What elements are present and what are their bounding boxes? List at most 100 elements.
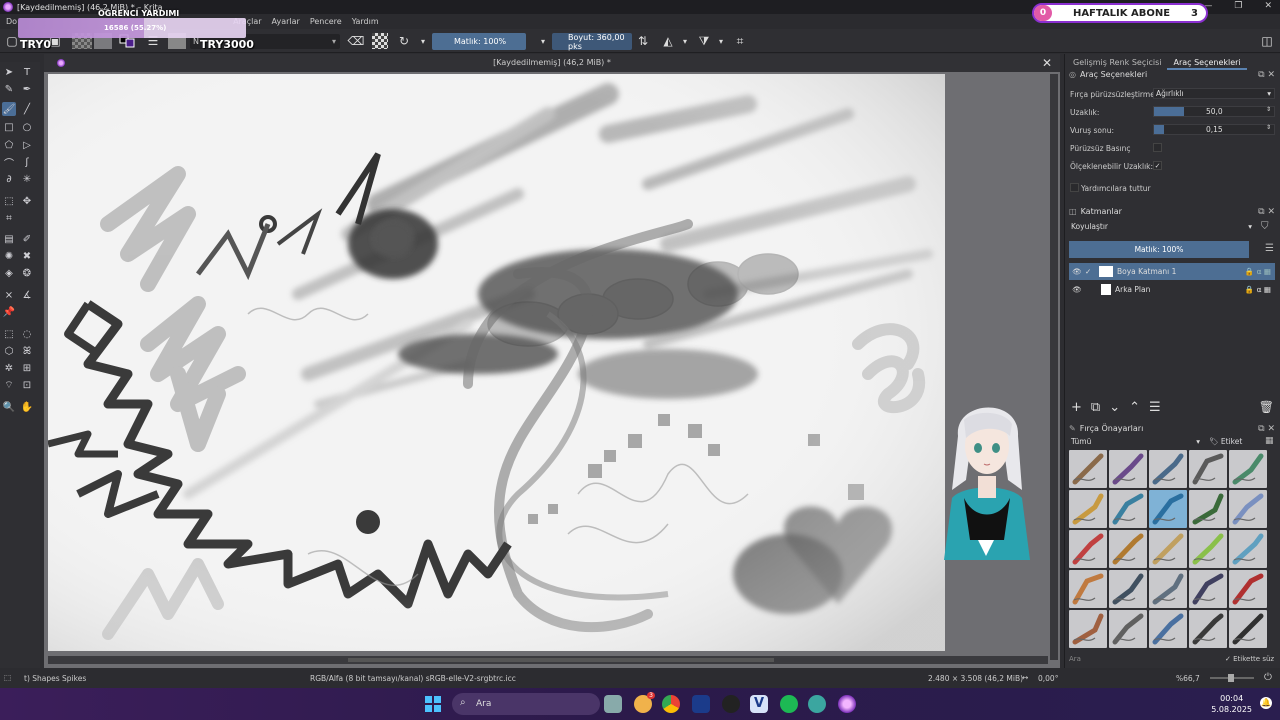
document-tab[interactable]: [Kaydedilmemiş] (46,2 MiB) * ✕ (44, 54, 1060, 72)
vertical-scrollbar[interactable] (1050, 74, 1058, 660)
brush-preset-thumbnail[interactable] (1189, 610, 1227, 648)
similar-select-icon[interactable]: ⊞ (20, 361, 34, 375)
transform-tool-icon[interactable]: ⬚ (2, 194, 16, 208)
smart-patch-icon[interactable]: ✺ (2, 249, 16, 263)
distance-slider[interactable]: 50,0 ⇕ (1153, 106, 1275, 117)
windows-start-icon[interactable] (424, 695, 442, 713)
close-icon[interactable]: ✕ (1264, 1, 1272, 11)
zoom-tool-icon[interactable]: 🔍 (2, 400, 16, 414)
tag-button[interactable]: 🏷 Etiket (1209, 437, 1242, 446)
horizontal-scrollbar[interactable] (48, 656, 1048, 664)
assistant-ruler-icon[interactable]: ⨯ (2, 288, 16, 302)
chrome-icon[interactable] (662, 695, 680, 713)
notification-icon[interactable]: 🔔 (1260, 697, 1272, 709)
smooth-pressure-checkbox[interactable] (1153, 143, 1162, 152)
rect-select-icon[interactable]: ⬚ (2, 327, 16, 341)
opacity-slider[interactable]: Matlık: 100% (432, 33, 526, 50)
duplicate-layer-icon[interactable]: ⧉ (1091, 400, 1100, 415)
brush-preset-thumbnail[interactable] (1109, 610, 1147, 648)
delete-layer-icon[interactable]: 🗑 (1259, 400, 1274, 414)
mirror-vertical-icon[interactable]: ⧩ (696, 33, 712, 49)
pan-tool-icon[interactable]: ✋ (20, 400, 34, 414)
brush-preset-thumbnail[interactable] (1189, 570, 1227, 608)
brush-preset-thumbnail[interactable] (1229, 450, 1267, 488)
brush-preset-thumbnail[interactable] (1069, 610, 1107, 648)
layers-float-close-icon[interactable]: ⧉ ✕ (1258, 207, 1275, 217)
layer-row[interactable]: 👁 ✓ Boya Katmanı 1 🔒 ⍺ ▦ (1069, 263, 1275, 280)
blend-mode-dropdown[interactable]: Koyulaştır ▾ (1069, 222, 1255, 233)
brush-preset-thumbnail[interactable] (1149, 450, 1187, 488)
menu-item-file[interactable]: Do (6, 17, 17, 26)
brush-preset-thumbnail[interactable] (1189, 450, 1227, 488)
workspace-icon[interactable]: ◫ (1260, 33, 1274, 49)
rotation-icon[interactable]: ↔ (1022, 673, 1028, 682)
brush-preset-thumbnail[interactable] (1229, 530, 1267, 568)
brush-preset-thumbnail[interactable] (1149, 490, 1187, 528)
measure-tool-icon[interactable]: ∡ (20, 288, 34, 302)
alpha-lock-icon[interactable] (372, 33, 388, 49)
brush-preset-thumbnail[interactable] (1109, 530, 1147, 568)
krita-taskbar-icon[interactable] (838, 695, 856, 713)
brush-preset-thumbnail[interactable] (1109, 490, 1147, 528)
vtube-studio-icon[interactable]: V (750, 695, 768, 713)
brush-preset-thumbnail[interactable] (1189, 490, 1227, 528)
brush-preset-thumbnail[interactable] (1109, 570, 1147, 608)
obs-icon[interactable] (722, 695, 740, 713)
freehand-select-icon[interactable]: ꕤ (20, 344, 34, 358)
presets-float-close-icon[interactable]: ⧉ ✕ (1258, 424, 1275, 434)
mirror-v-dropdown-icon[interactable]: ▾ (716, 33, 726, 49)
rectangle-tool-icon[interactable]: □ (2, 120, 16, 134)
add-layer-icon[interactable]: + (1071, 400, 1082, 415)
brush-preset-thumbnail[interactable] (1149, 530, 1187, 568)
power-icon[interactable]: ⏻ (1264, 672, 1272, 683)
select-shapes-icon[interactable]: ➤ (2, 65, 16, 79)
menu-item-help[interactable]: Yardım (352, 17, 379, 26)
preset-view-icon[interactable]: ▦ (1265, 436, 1274, 446)
menu-item-window[interactable]: Pencere (310, 17, 342, 26)
snap-assistants-checkbox[interactable] (1070, 183, 1079, 192)
mirror-horizontal-icon[interactable]: ◭ (660, 33, 676, 49)
scalable-distance-checkbox[interactable]: ✓ (1153, 161, 1162, 170)
line-tool-icon[interactable]: ╱ (20, 102, 34, 116)
taskbar-search[interactable]: ⌕ Ara (452, 693, 600, 715)
preset-filter-dropdown[interactable]: Tümü ▾ (1069, 437, 1203, 448)
filter-by-tag-label[interactable]: ✓ Etikette süz (1225, 655, 1274, 663)
blend-dropdown-icon[interactable]: ▾ (418, 33, 428, 49)
contiguous-select-icon[interactable]: ✲ (2, 361, 16, 375)
brush-preset-thumbnail[interactable] (1149, 610, 1187, 648)
assistant-tool-icon[interactable]: ✖ (20, 249, 34, 263)
polyline-tool-icon[interactable]: ▷ (20, 138, 34, 152)
panel-float-close-icon[interactable]: ⧉ ✕ (1258, 70, 1275, 80)
brush-preset-thumbnail[interactable] (1229, 490, 1267, 528)
selection-icon[interactable]: ⬚ (4, 673, 11, 682)
calligraphy-icon[interactable]: ✒ (20, 82, 34, 96)
system-clock[interactable]: 00:04 5.08.2025 (1211, 693, 1252, 715)
new-document-icon[interactable]: ▢ (6, 33, 18, 49)
freehand-path-icon[interactable]: ʃ (20, 155, 34, 169)
smoothing-dropdown[interactable]: Ağırlıklı ▾ (1153, 88, 1275, 99)
menu-item-settings[interactable]: Ayarlar (272, 17, 300, 26)
brush-preset-thumbnail[interactable] (1069, 570, 1107, 608)
brush-preset-thumbnail[interactable] (1069, 490, 1107, 528)
brush-preset-thumbnail[interactable] (1069, 530, 1107, 568)
layer-check-icon[interactable]: ✓ (1085, 267, 1095, 276)
zoom-slider[interactable] (1210, 674, 1254, 682)
bezier-tool-icon[interactable]: ⌒ (2, 155, 16, 170)
size-slider[interactable]: Boyut: 360,00 pks (552, 33, 632, 51)
crop-tool-icon[interactable]: ⌗ (2, 211, 16, 225)
ellipse-tool-icon[interactable]: ○ (20, 120, 34, 134)
visibility-eye-icon[interactable]: 👁 (1069, 267, 1085, 276)
layer-properties-icon[interactable]: ☰ (1149, 400, 1161, 415)
layer-menu-icon[interactable]: ☰ (1265, 243, 1274, 254)
freehand-brush-icon[interactable]: 🖌 (2, 102, 16, 116)
steam-icon[interactable] (692, 695, 710, 713)
size-stepper-icon[interactable]: ⇅ (636, 33, 650, 49)
layer-opacity-slider[interactable]: Matlık: 100% (1069, 241, 1249, 258)
mirror-h-dropdown-icon[interactable]: ▾ (680, 33, 690, 49)
brush-preset-thumbnail[interactable] (1189, 530, 1227, 568)
reference-tool-icon[interactable]: 📌 (2, 305, 16, 319)
task-view-icon[interactable] (604, 695, 622, 713)
polygon-select-icon[interactable]: ⬡ (2, 344, 16, 358)
brush-preset-thumbnail[interactable] (1069, 450, 1107, 488)
color-picker-icon[interactable]: ✐ (20, 232, 34, 246)
